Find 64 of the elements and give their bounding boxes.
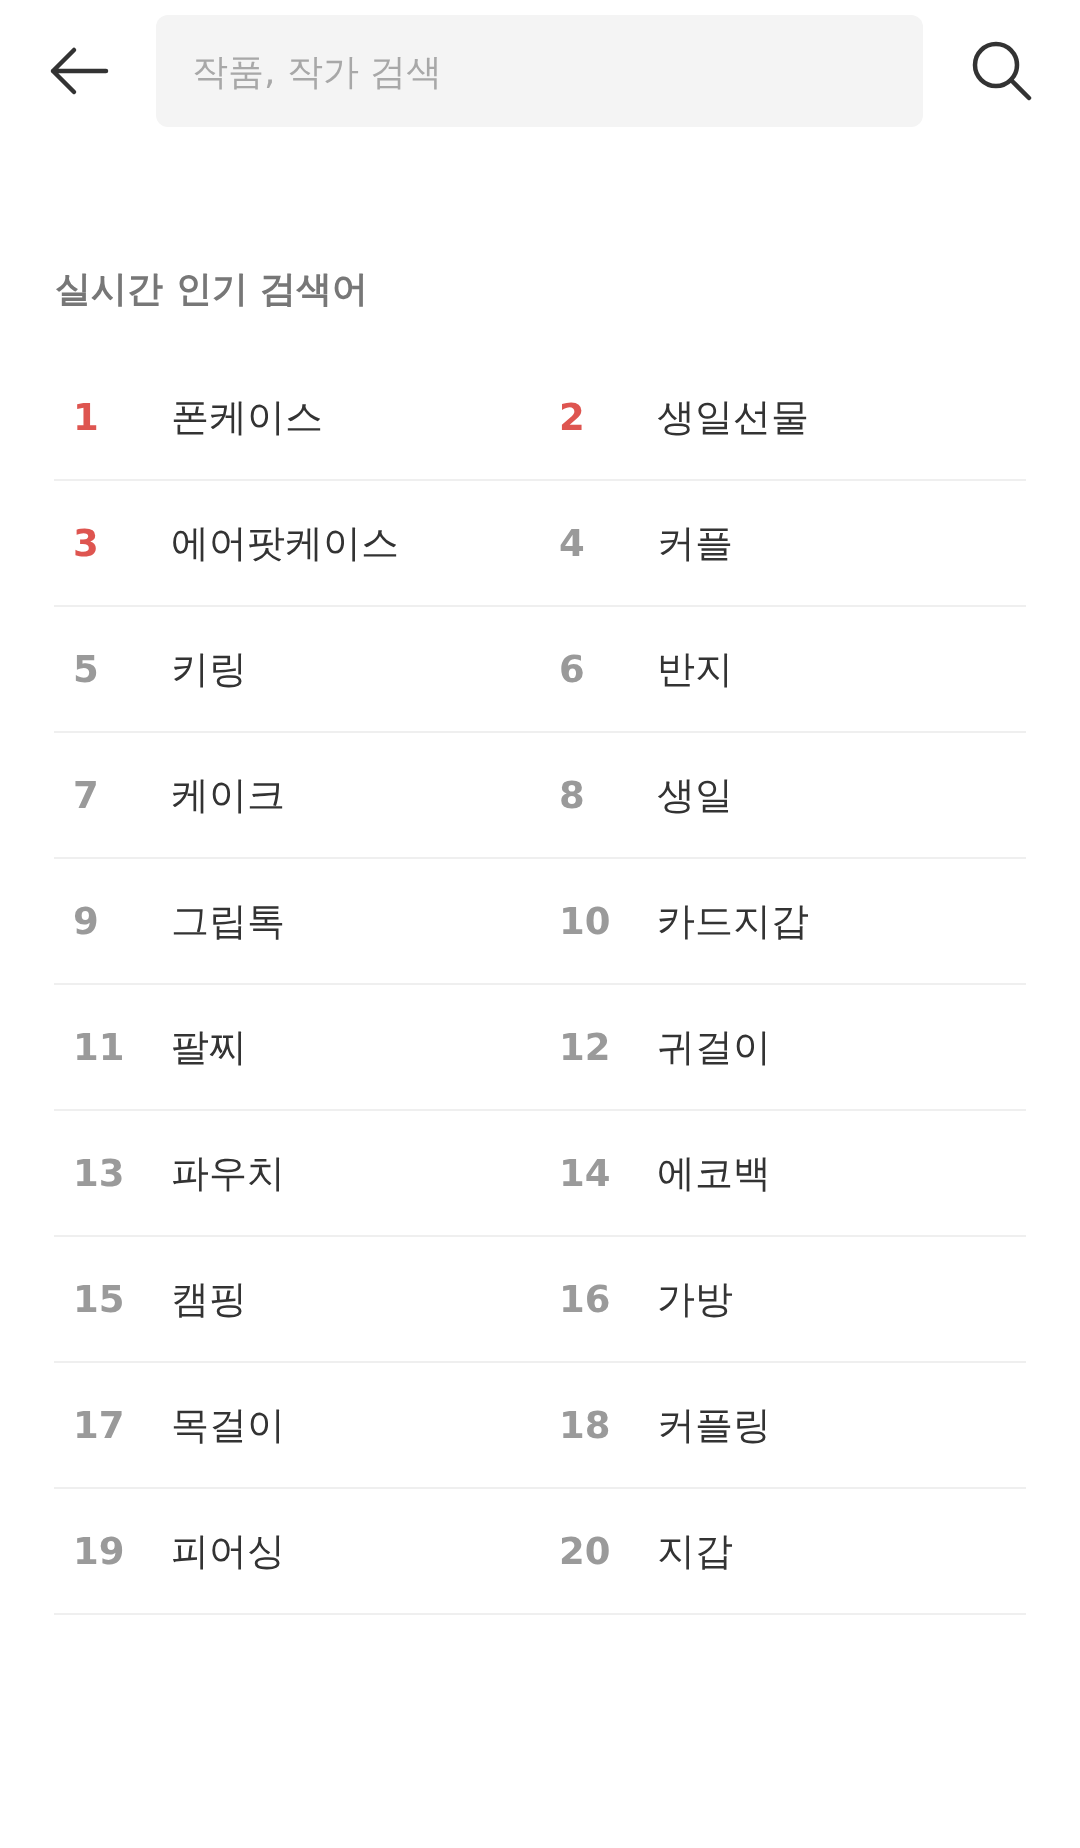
trending-keyword-item[interactable]: 16 가방 bbox=[540, 1237, 1026, 1363]
rank-number: 20 bbox=[559, 1529, 612, 1573]
rank-number: 1 bbox=[73, 395, 100, 439]
keyword-text: 목걸이 bbox=[171, 1401, 285, 1449]
keyword-text: 에코백 bbox=[657, 1149, 771, 1197]
rank-number: 17 bbox=[73, 1403, 126, 1447]
keyword-text: 파우치 bbox=[171, 1149, 285, 1197]
rank-number: 8 bbox=[559, 773, 586, 817]
rank-number: 9 bbox=[73, 899, 100, 943]
trending-keyword-item[interactable]: 6 반지 bbox=[540, 607, 1026, 733]
keyword-text: 팔찌 bbox=[171, 1023, 247, 1071]
trending-keyword-item[interactable]: 13 파우치 bbox=[54, 1111, 540, 1237]
rank-number: 10 bbox=[559, 899, 612, 943]
trending-keyword-item[interactable]: 18 커플링 bbox=[540, 1363, 1026, 1489]
keyword-text: 가방 bbox=[657, 1275, 733, 1323]
trending-keyword-item[interactable]: 14 에코백 bbox=[540, 1111, 1026, 1237]
rank-number: 2 bbox=[559, 395, 586, 439]
keyword-text: 피어싱 bbox=[171, 1527, 285, 1575]
keyword-text: 폰케이스 bbox=[171, 393, 323, 441]
trending-keyword-item[interactable]: 7 케이크 bbox=[54, 733, 540, 859]
trending-keyword-item[interactable]: 8 생일 bbox=[540, 733, 1026, 859]
rank-number: 16 bbox=[559, 1277, 612, 1321]
rank-number: 6 bbox=[559, 647, 586, 691]
trending-keyword-item[interactable]: 12 귀걸이 bbox=[540, 985, 1026, 1111]
rank-number: 4 bbox=[559, 521, 586, 565]
section-title: 실시간 인기 검색어 bbox=[55, 268, 370, 310]
rank-number: 3 bbox=[73, 521, 100, 565]
rank-number: 13 bbox=[73, 1151, 126, 1195]
rank-number: 14 bbox=[559, 1151, 612, 1195]
trending-keyword-item[interactable]: 3 에어팟케이스 bbox=[54, 481, 540, 607]
keyword-text: 에어팟케이스 bbox=[171, 519, 399, 567]
rank-number: 19 bbox=[73, 1529, 126, 1573]
trending-keyword-item[interactable]: 2 생일선물 bbox=[540, 355, 1026, 481]
keyword-text: 카드지갑 bbox=[657, 897, 809, 945]
trending-keyword-item[interactable]: 9 그립톡 bbox=[54, 859, 540, 985]
rank-number: 18 bbox=[559, 1403, 612, 1447]
keyword-text: 생일선물 bbox=[657, 393, 809, 441]
keyword-text: 지갑 bbox=[657, 1527, 733, 1575]
keyword-text: 그립톡 bbox=[171, 897, 285, 945]
keyword-text: 커플링 bbox=[657, 1401, 771, 1449]
rank-number: 5 bbox=[73, 647, 100, 691]
trending-keyword-item[interactable]: 10 카드지갑 bbox=[540, 859, 1026, 985]
search-field[interactable]: 작품, 작가 검색 bbox=[156, 15, 923, 127]
trending-keyword-item[interactable]: 19 피어싱 bbox=[54, 1489, 540, 1615]
trending-keyword-item[interactable]: 20 지갑 bbox=[540, 1489, 1026, 1615]
keyword-text: 케이크 bbox=[171, 771, 285, 819]
trending-keyword-item[interactable]: 5 키링 bbox=[54, 607, 540, 733]
trending-keyword-item[interactable]: 4 커플 bbox=[540, 481, 1026, 607]
keyword-text: 커플 bbox=[657, 519, 733, 567]
rank-number: 12 bbox=[559, 1025, 612, 1069]
rank-number: 15 bbox=[73, 1277, 126, 1321]
rank-number: 7 bbox=[73, 773, 100, 817]
keyword-text: 키링 bbox=[171, 645, 247, 693]
trending-keyword-item[interactable]: 15 캠핑 bbox=[54, 1237, 540, 1363]
keyword-text: 캠핑 bbox=[171, 1275, 247, 1323]
back-arrow-icon[interactable] bbox=[48, 46, 110, 96]
trending-keyword-item[interactable]: 17 목걸이 bbox=[54, 1363, 540, 1489]
trending-keyword-item[interactable]: 11 팔찌 bbox=[54, 985, 540, 1111]
keyword-text: 반지 bbox=[657, 645, 733, 693]
keyword-text: 귀걸이 bbox=[657, 1023, 771, 1071]
rank-number: 11 bbox=[73, 1025, 126, 1069]
search-icon[interactable] bbox=[972, 41, 1032, 101]
keyword-text: 생일 bbox=[657, 771, 733, 819]
trending-keyword-item[interactable]: 1 폰케이스 bbox=[54, 355, 540, 481]
